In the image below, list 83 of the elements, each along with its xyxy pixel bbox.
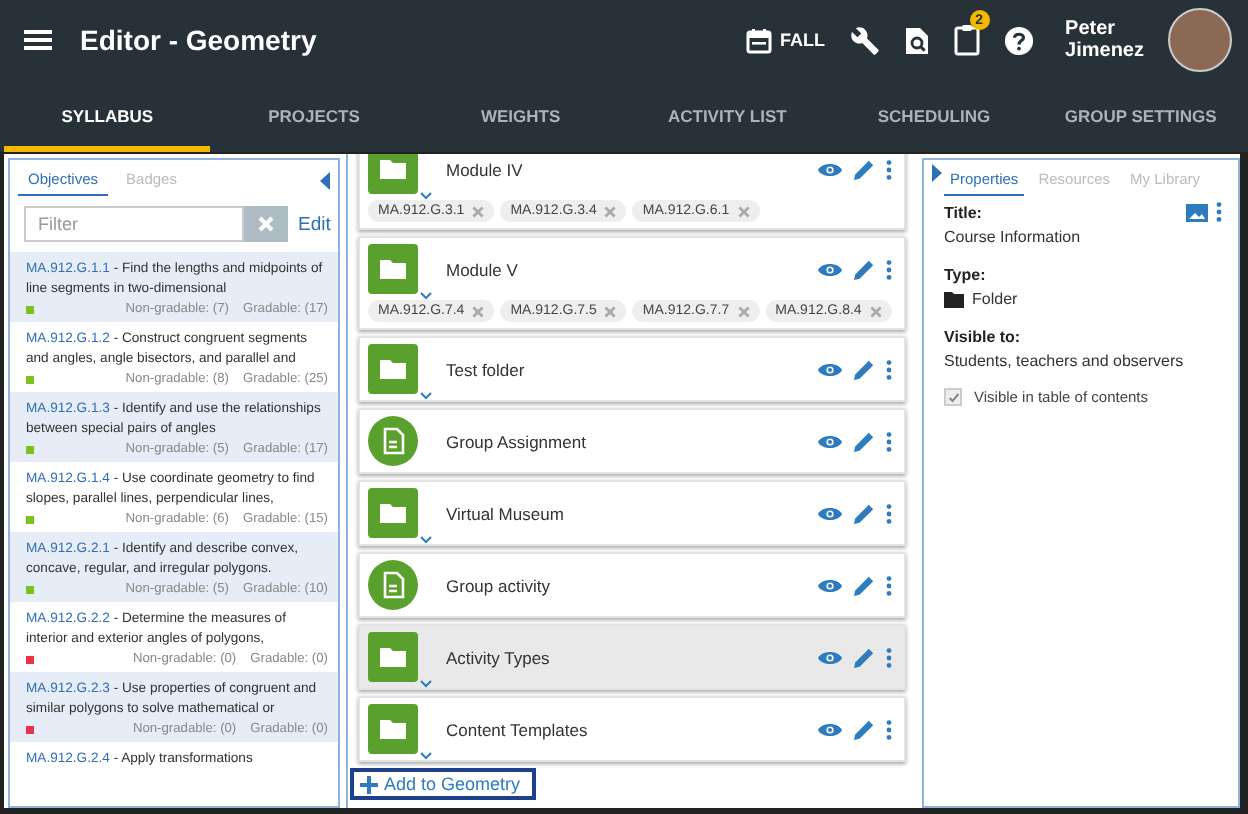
chevron-down-icon[interactable]: [420, 536, 432, 544]
item-title: Group activity: [446, 575, 550, 595]
close-icon: [258, 216, 274, 232]
syllabus-item[interactable]: Content Templates: [358, 696, 906, 762]
eye-icon[interactable]: [818, 161, 842, 177]
pencil-icon[interactable]: [854, 159, 874, 179]
chevron-down-icon[interactable]: [420, 680, 432, 688]
folder-icon: [368, 344, 418, 394]
eye-icon[interactable]: [818, 721, 842, 737]
document-icon: [368, 560, 418, 610]
app-title: Editor - Geometry: [80, 24, 317, 56]
more-icon[interactable]: [886, 159, 892, 179]
more-icon[interactable]: [886, 431, 892, 451]
more-icon[interactable]: [1216, 202, 1222, 222]
eye-icon[interactable]: [818, 577, 842, 593]
collapse-left-icon[interactable]: [320, 171, 330, 189]
pencil-icon[interactable]: [854, 647, 874, 667]
syllabus-item[interactable]: Activity Types: [358, 624, 906, 690]
eye-icon[interactable]: [818, 505, 842, 521]
pencil-icon[interactable]: [854, 719, 874, 739]
folder-icon: [368, 244, 418, 294]
pencil-icon[interactable]: [854, 503, 874, 523]
eye-icon[interactable]: [818, 433, 842, 449]
help-icon[interactable]: [1003, 25, 1034, 55]
chevron-down-icon[interactable]: [420, 192, 432, 200]
eye-icon[interactable]: [818, 261, 842, 277]
filter-field[interactable]: Filter: [24, 206, 244, 242]
eye-icon[interactable]: [818, 649, 842, 665]
edit-link[interactable]: Edit: [298, 213, 331, 235]
document-search-icon[interactable]: [903, 25, 930, 55]
wrench-icon[interactable]: [849, 25, 880, 55]
pencil-icon[interactable]: [854, 575, 874, 595]
syllabus-item[interactable]: Test folder: [358, 336, 906, 402]
item-title: Virtual Museum: [446, 503, 564, 523]
more-icon[interactable]: [886, 259, 892, 279]
syllabus-item[interactable]: Group activity: [358, 552, 906, 618]
item-title: Group Assignment: [446, 431, 586, 451]
calendar-icon: [746, 27, 773, 53]
nav-tab[interactable]: SCHEDULING: [830, 80, 1038, 152]
pencil-icon[interactable]: [854, 259, 874, 279]
term-button[interactable]: FALL: [746, 27, 826, 53]
more-icon[interactable]: [886, 719, 892, 739]
syllabus-item[interactable]: Group Assignment: [358, 408, 906, 474]
field-label: Visible to:: [944, 328, 1021, 346]
pencil-icon[interactable]: [854, 359, 874, 379]
image-icon[interactable]: [1186, 203, 1208, 221]
chevron-down-icon[interactable]: [420, 752, 432, 760]
more-icon[interactable]: [886, 359, 892, 379]
user-name[interactable]: Peter Jimenez: [1065, 18, 1144, 62]
add-button[interactable]: Add to Geometry: [350, 768, 537, 800]
more-icon[interactable]: [886, 575, 892, 595]
item-title: Test folder: [446, 359, 525, 379]
field-value: Course Information: [944, 228, 1081, 246]
pencil-icon[interactable]: [854, 431, 874, 451]
avatar[interactable]: [1168, 8, 1232, 72]
clipboard-icon[interactable]: [953, 24, 980, 56]
folder-icon: [368, 704, 418, 754]
nav-tab[interactable]: PROJECTS: [210, 80, 418, 152]
item-title: Content Templates: [446, 719, 588, 739]
nav-tab[interactable]: ACTIVITY LIST: [623, 80, 831, 152]
item-title: Module IV: [446, 159, 523, 179]
expand-right-icon[interactable]: [932, 164, 942, 182]
folder-icon: [944, 291, 964, 307]
nav-tab[interactable]: GROUP SETTINGS: [1037, 80, 1244, 152]
chevron-down-icon[interactable]: [420, 292, 432, 300]
item-title: Activity Types: [446, 647, 550, 667]
chevron-down-icon[interactable]: [420, 392, 432, 400]
field-value: Folder: [972, 290, 1018, 308]
folder-icon: [368, 488, 418, 538]
document-icon: [368, 416, 418, 466]
nav-tab[interactable]: WEIGHTS: [417, 80, 624, 152]
field-label: Type:: [944, 266, 986, 284]
folder-icon: [368, 154, 418, 194]
item-title: Module V: [446, 259, 518, 279]
plus-icon: [360, 775, 378, 793]
field-value: Students, teachers and observers: [944, 352, 1184, 370]
eye-icon[interactable]: [818, 361, 842, 377]
syllabus-item[interactable]: Virtual Museum: [358, 480, 906, 546]
more-icon[interactable]: [886, 647, 892, 667]
menu-icon[interactable]: [24, 28, 52, 52]
field-label: Title:: [944, 203, 982, 221]
folder-icon: [368, 632, 418, 682]
more-icon[interactable]: [886, 503, 892, 523]
